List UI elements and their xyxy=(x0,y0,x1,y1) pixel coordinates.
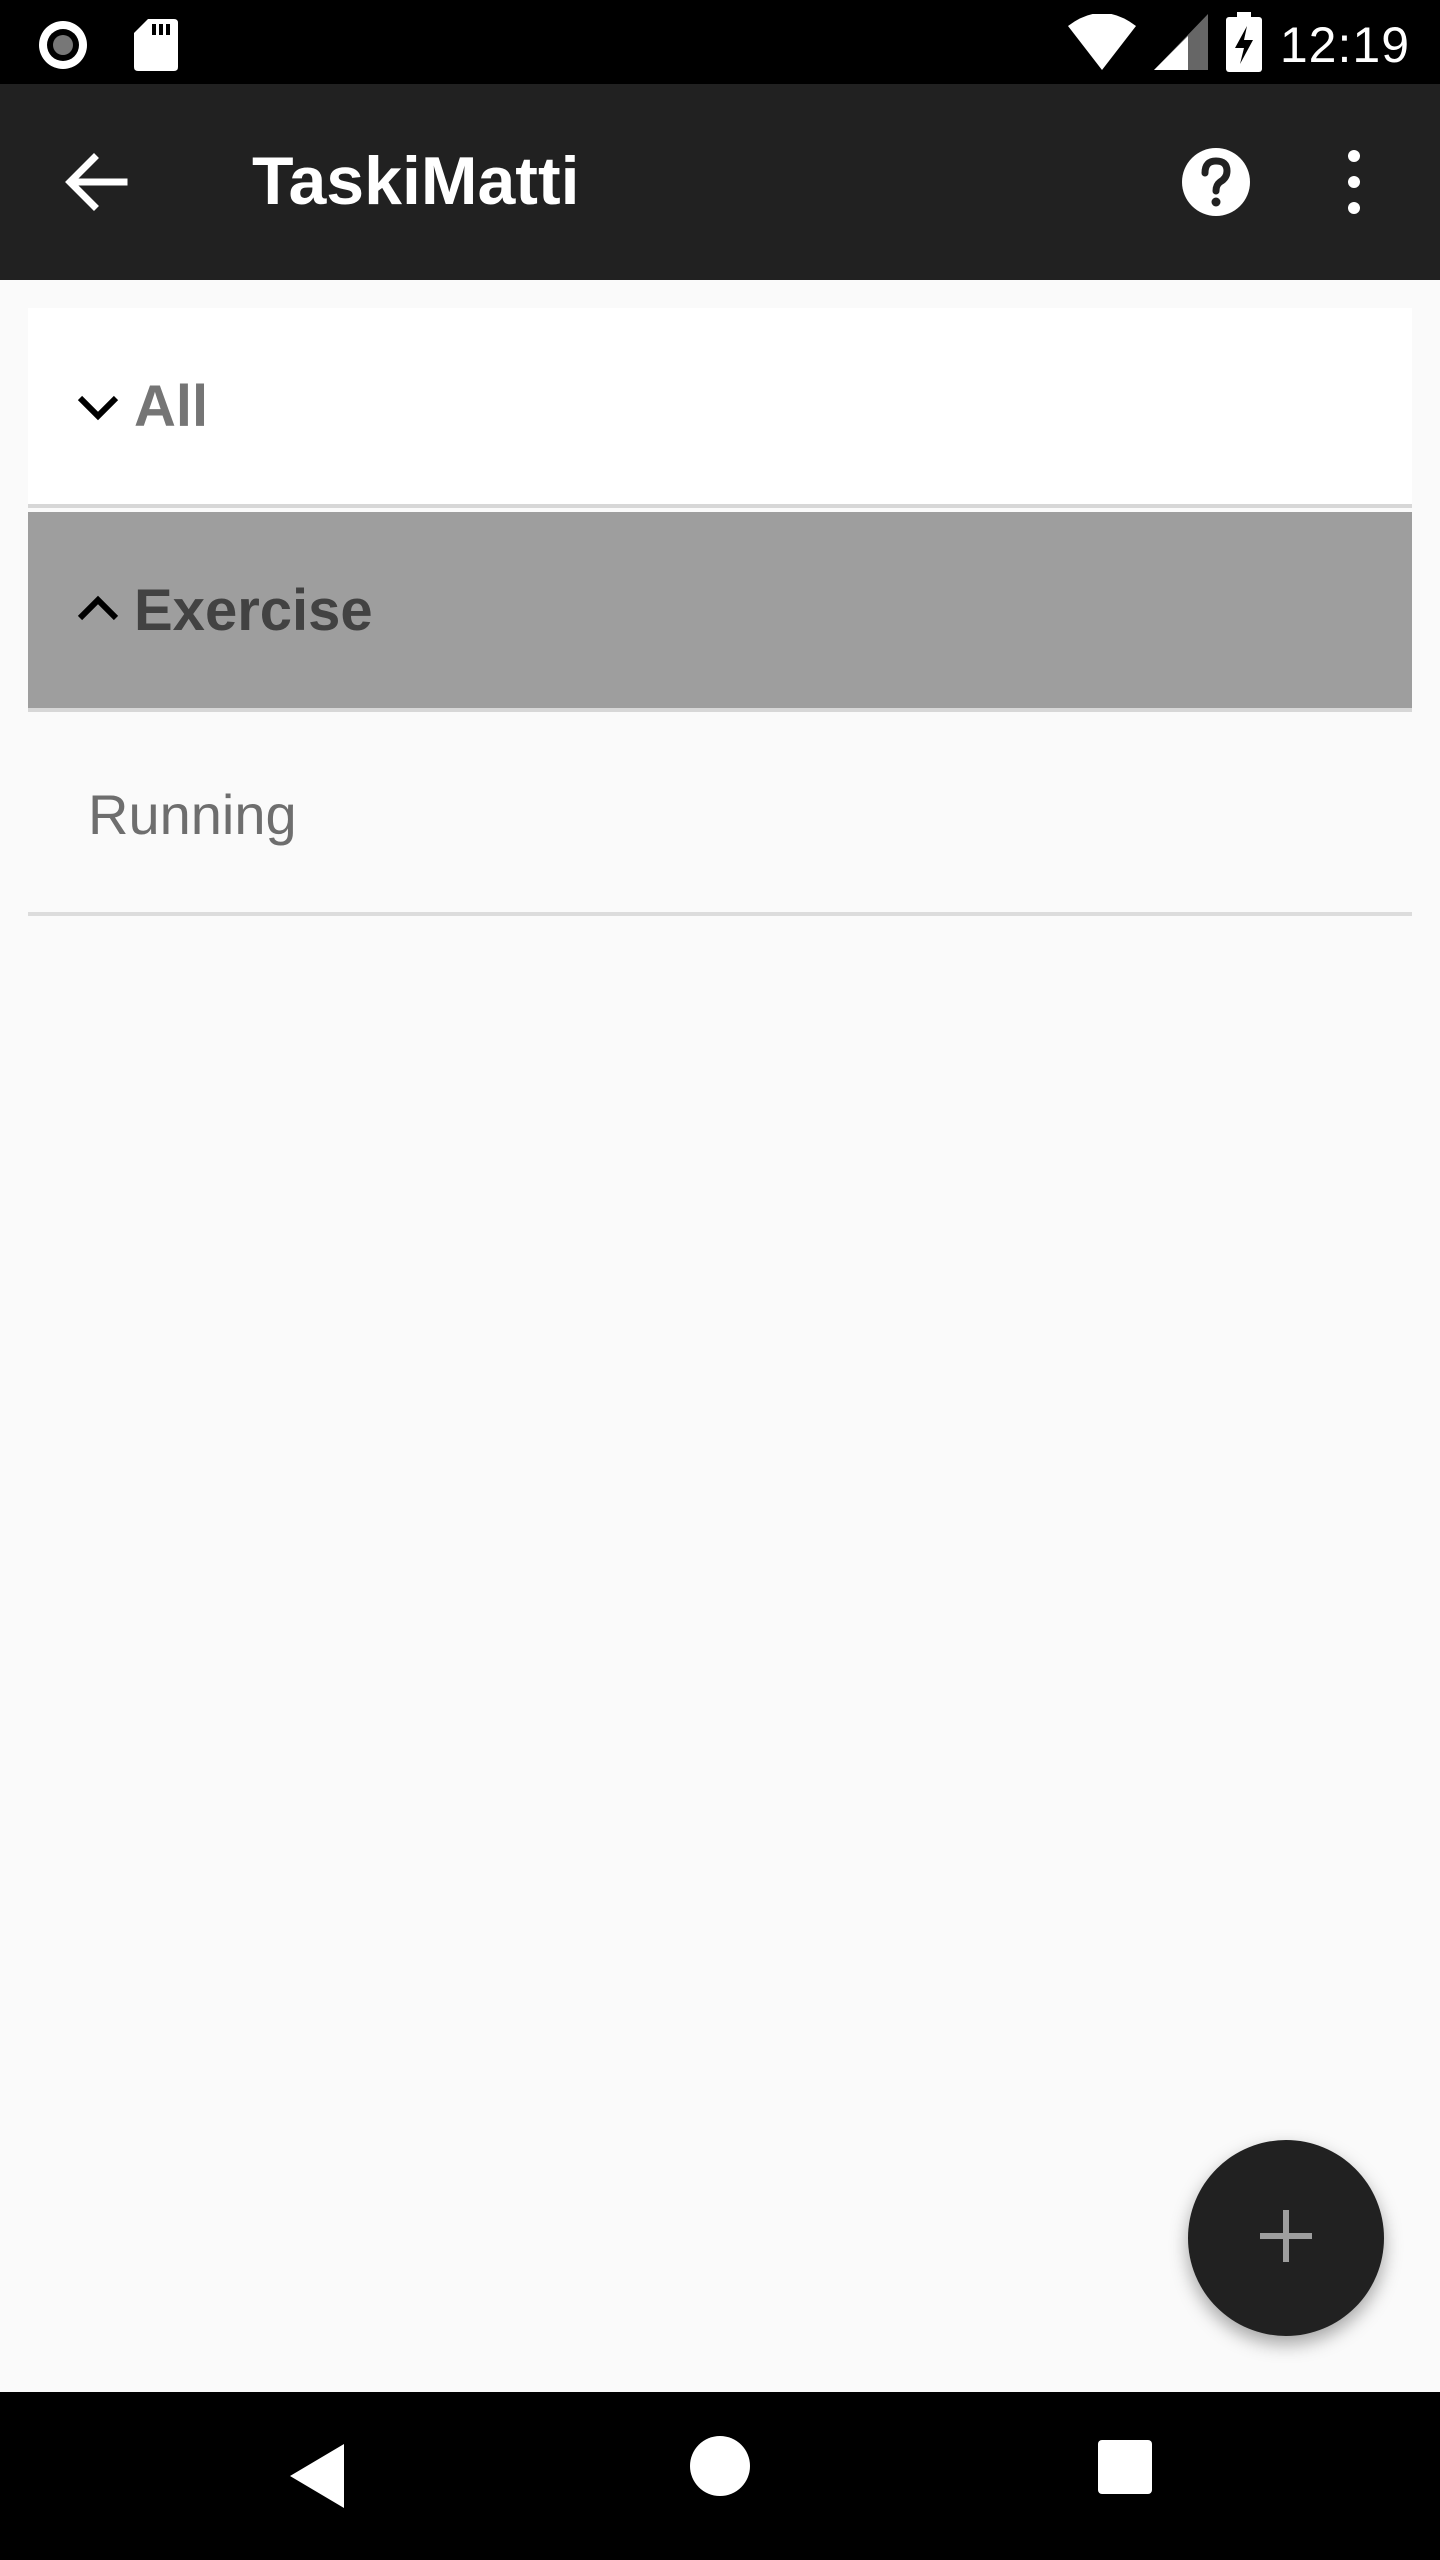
record-icon xyxy=(36,18,90,77)
chevron-down-icon xyxy=(72,380,124,432)
status-clock: 12:19 xyxy=(1279,16,1410,73)
group-header-exercise[interactable]: Exercise xyxy=(28,512,1412,712)
nav-back-icon[interactable] xyxy=(284,2436,364,2516)
add-button[interactable] xyxy=(1188,2140,1384,2336)
more-vert-icon[interactable] xyxy=(1330,146,1378,218)
list-item[interactable]: Running xyxy=(28,716,1412,916)
nav-home-icon[interactable] xyxy=(690,2436,750,2496)
group-header-all[interactable]: All xyxy=(28,308,1412,508)
back-arrow-icon[interactable] xyxy=(60,146,132,218)
chevron-up-icon xyxy=(72,584,124,636)
page-title: TaskiMatti xyxy=(252,143,580,219)
battery-charging-icon xyxy=(1225,12,1262,77)
signal-icon xyxy=(1153,14,1208,75)
app-bar: TaskiMatti xyxy=(0,84,1440,280)
wifi-icon xyxy=(1067,13,1136,75)
list-item-label: Running xyxy=(88,782,297,846)
status-bar: 12:19 xyxy=(0,0,1440,84)
system-nav-bar xyxy=(0,2392,1440,2560)
group-label: Exercise xyxy=(134,577,373,643)
plus-icon xyxy=(1256,2206,1316,2271)
sd-card-icon xyxy=(134,19,178,76)
group-label: All xyxy=(134,373,209,439)
help-icon[interactable] xyxy=(1180,146,1252,218)
nav-recents-icon[interactable] xyxy=(1098,2440,1152,2494)
